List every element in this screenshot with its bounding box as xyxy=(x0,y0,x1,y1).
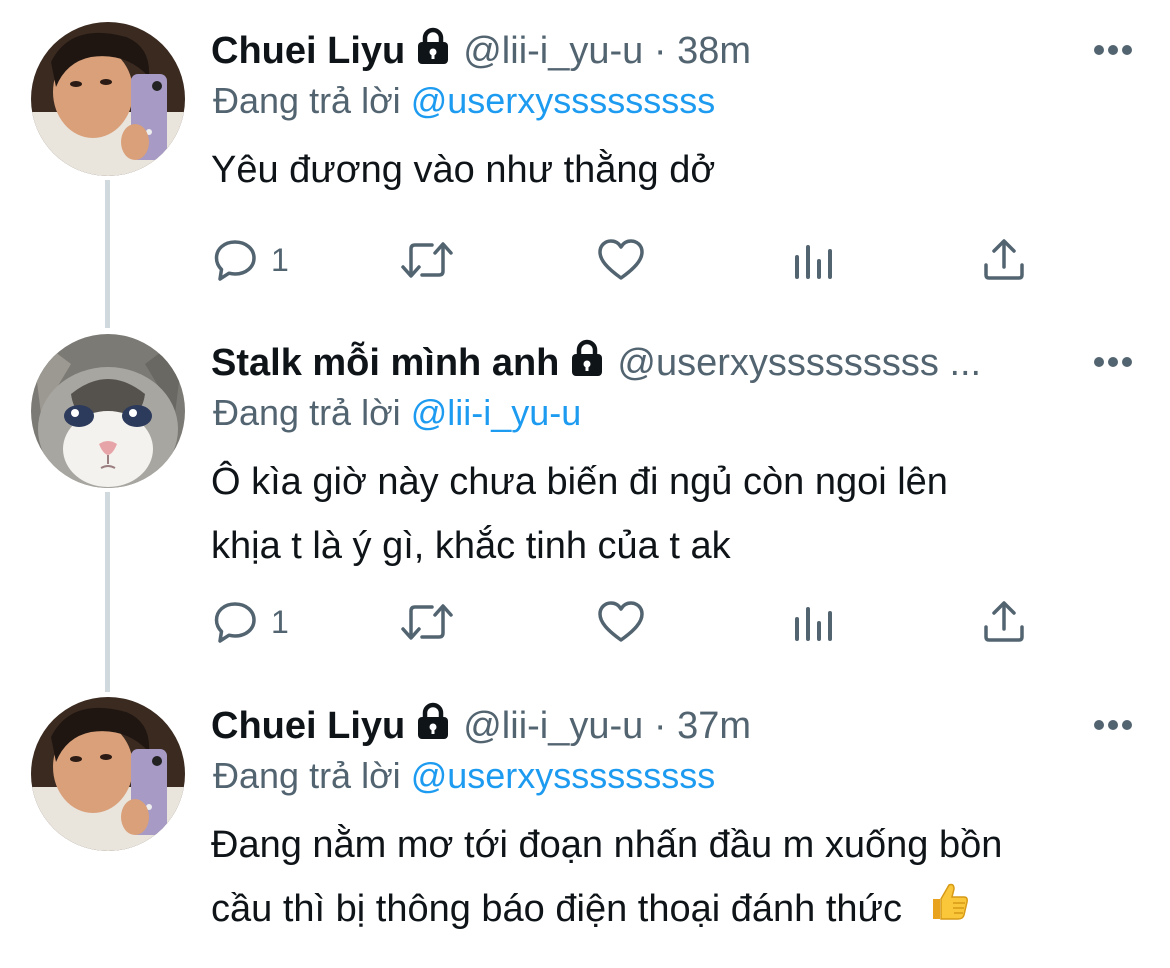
heart-icon xyxy=(598,601,644,642)
tweet-timestamp[interactable]: 38m xyxy=(677,30,751,72)
selfie-avatar-icon xyxy=(31,22,185,176)
user-handle[interactable]: @lii-i_yu-u xyxy=(463,30,643,72)
reply-button[interactable]: 1 xyxy=(213,598,289,646)
lock-icon xyxy=(567,338,607,388)
user-handle[interactable]: @userxysssssssss ... xyxy=(617,342,981,384)
meta-separator: · xyxy=(653,704,667,747)
reply-button[interactable]: 1 xyxy=(213,236,289,284)
heart-icon xyxy=(598,239,644,280)
tweet[interactable]: Stalk mỗi mình anh @userxysssssssss ... … xyxy=(0,330,1170,695)
tweet-thread: Chuei Liyu @lii-i_yu-u · 38m Đang trả lờ… xyxy=(0,0,1170,968)
selfie-avatar-icon xyxy=(31,697,185,851)
tweet-header: Chuei Liyu @lii-i_yu-u · 37m xyxy=(211,701,1060,751)
user-avatar[interactable] xyxy=(31,22,185,176)
share-button[interactable] xyxy=(981,236,1027,284)
tweet[interactable]: Chuei Liyu @lii-i_yu-u · 38m Đang trả lờ… xyxy=(0,0,1170,330)
display-name[interactable]: Chuei Liyu xyxy=(211,30,405,73)
display-name[interactable]: Stalk mỗi mình anh xyxy=(211,342,559,385)
replying-to-prefix: Đang trả lời xyxy=(213,392,401,433)
handle-and-time: @lii-i_yu-u · 37m xyxy=(463,705,1060,748)
more-options-icon[interactable] xyxy=(1092,355,1134,369)
retweet-icon xyxy=(401,242,453,278)
analytics-button[interactable] xyxy=(791,598,837,646)
tweet-header: Chuei Liyu @lii-i_yu-u · 38m xyxy=(211,26,1060,76)
tweet-text-line: Yêu đương vào như thằng dở xyxy=(211,149,716,191)
share-button[interactable] xyxy=(981,598,1027,646)
replying-to-line: Đang trả lời @userxysssssssss xyxy=(213,755,715,797)
replying-to-prefix: Đang trả lời xyxy=(213,80,401,121)
replying-to-line: Đang trả lời @userxysssssssss xyxy=(213,80,715,122)
tweet-text-line-2: cầu thì bị thông báo điện thoại đánh thứ… xyxy=(211,877,1130,943)
reply-count: 1 xyxy=(271,603,289,640)
share-icon xyxy=(984,239,1024,280)
tweet-text-line: cầu thì bị thông báo điện thoại đánh thứ… xyxy=(211,888,902,930)
tweet-text-line: khịa t là ý gì, khắc tinh của t ak xyxy=(211,525,731,567)
cat-avatar-icon xyxy=(31,334,185,488)
retweet-icon xyxy=(401,604,453,640)
more-options-icon[interactable] xyxy=(1092,43,1134,57)
like-button[interactable] xyxy=(597,598,645,646)
share-icon xyxy=(984,601,1024,642)
tweet-timestamp[interactable]: 37m xyxy=(677,705,751,747)
reply-icon xyxy=(214,240,256,281)
tweet-text: Ô kìa giờ này chưa biến đi ngủ còn ngoi … xyxy=(211,450,1130,578)
tweet-text: Yêu đương vào như thằng dở xyxy=(211,138,1130,202)
analytics-button[interactable] xyxy=(791,236,837,284)
analytics-icon xyxy=(795,607,832,641)
replying-to-line: Đang trả lời @lii-i_yu-u xyxy=(213,392,581,434)
analytics-icon xyxy=(795,245,832,279)
replying-to-mention[interactable]: @userxysssssssss xyxy=(411,80,716,121)
tweet[interactable]: Chuei Liyu @lii-i_yu-u · 37m Đang trả lờ… xyxy=(0,695,1170,968)
retweet-button[interactable] xyxy=(399,598,455,646)
tweet-text: Đang nằm mơ tới đoạn nhấn đầu m xuống bồ… xyxy=(211,813,1130,943)
more-options-icon[interactable] xyxy=(1092,718,1134,732)
replying-to-prefix: Đang trả lời xyxy=(213,755,401,796)
lock-icon xyxy=(413,26,453,76)
handle-and-time: @userxysssssssss ... xyxy=(617,342,1060,385)
tweet-actions: 1 xyxy=(213,236,1033,284)
reply-icon xyxy=(214,602,256,643)
replying-to-mention[interactable]: @userxysssssssss xyxy=(411,755,716,796)
display-name[interactable]: Chuei Liyu xyxy=(211,705,405,748)
handle-and-time: @lii-i_yu-u · 38m xyxy=(463,30,1060,73)
reply-count: 1 xyxy=(271,241,289,278)
user-handle[interactable]: @lii-i_yu-u xyxy=(463,705,643,747)
thumbs-up-icon xyxy=(927,879,971,943)
user-avatar[interactable] xyxy=(31,334,185,488)
tweet-text-line: Ô kìa giờ này chưa biến đi ngủ còn ngoi … xyxy=(211,461,948,503)
meta-separator: · xyxy=(653,29,667,72)
replying-to-mention[interactable]: @lii-i_yu-u xyxy=(411,392,582,433)
tweet-header: Stalk mỗi mình anh @userxysssssssss ... xyxy=(211,338,1060,388)
retweet-button[interactable] xyxy=(399,236,455,284)
lock-icon xyxy=(413,701,453,751)
tweet-text-line: Đang nằm mơ tới đoạn nhấn đầu m xuống bồ… xyxy=(211,824,1003,866)
like-button[interactable] xyxy=(597,236,645,284)
user-avatar[interactable] xyxy=(31,697,185,851)
tweet-actions: 1 xyxy=(213,598,1033,646)
